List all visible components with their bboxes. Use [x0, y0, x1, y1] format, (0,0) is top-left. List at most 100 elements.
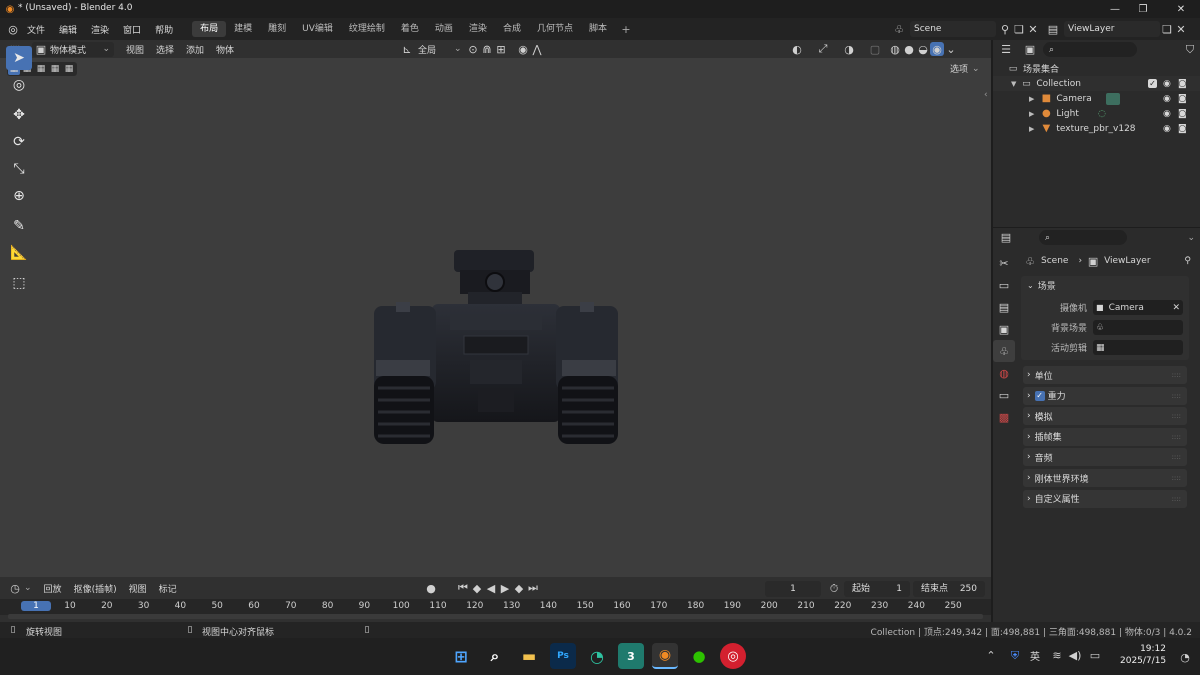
expand-right-icon[interactable]: ▶: [1029, 95, 1034, 103]
workspace-tab[interactable]: 建模: [226, 21, 260, 37]
clear-icon[interactable]: ✕: [1172, 303, 1180, 313]
properties-search-input[interactable]: ⌕: [1039, 230, 1127, 245]
netease-music-icon[interactable]: ◎: [720, 643, 746, 669]
view-layer-selector[interactable]: ▤ ViewLayer ❏ ✕: [1046, 21, 1188, 37]
end-frame-field[interactable]: 结束点 250: [913, 581, 985, 597]
transform-orientation[interactable]: ⊾ 全局 ⌄: [400, 42, 461, 56]
texture-tab[interactable]: ▩: [993, 406, 1015, 428]
drag-handle-icon[interactable]: ::::: [1172, 412, 1181, 420]
scene-section-header[interactable]: ⌄ 场景: [1021, 276, 1189, 294]
delete-view-layer-icon[interactable]: ✕: [1174, 22, 1188, 36]
snap-magnet-icon[interactable]: ⋒: [480, 42, 494, 56]
drag-handle-icon[interactable]: ::::: [1172, 371, 1181, 379]
rotate-tool[interactable]: ⟳: [6, 130, 32, 154]
start-frame-field[interactable]: 起始 1: [844, 581, 910, 597]
workspace-tab[interactable]: 合成: [495, 21, 529, 37]
collection-tab[interactable]: ▭: [993, 384, 1015, 406]
chevron-down-icon[interactable]: ⌄: [944, 42, 958, 56]
edge-browser-icon[interactable]: ◔: [584, 643, 610, 669]
filter-icon[interactable]: ⛉: [1183, 43, 1197, 57]
material-shading-icon[interactable]: ◒: [916, 42, 930, 56]
app-3-icon[interactable]: 3: [618, 643, 644, 669]
maximize-button[interactable]: ❐: [1126, 0, 1160, 18]
tank-model[interactable]: [370, 248, 622, 448]
mode-selector[interactable]: ▣ 物体模式 ⌄: [32, 41, 114, 57]
chevron-down-icon[interactable]: ⌄: [1187, 233, 1195, 243]
workspace-tab[interactable]: 脚本: [581, 21, 615, 37]
battery-icon[interactable]: ▭: [1088, 649, 1102, 663]
collection-checkbox[interactable]: ✓: [1148, 79, 1157, 88]
properties-editor-icon[interactable]: ▤: [999, 231, 1013, 245]
expand-right-icon[interactable]: ▶: [1029, 125, 1034, 133]
scene-tab[interactable]: ♧: [993, 340, 1015, 362]
workspace-tab[interactable]: 渲染: [461, 21, 495, 37]
shield-icon[interactable]: ⛨: [1008, 649, 1022, 663]
overlay-icon[interactable]: ◑: [842, 42, 856, 56]
outliner-item-camera[interactable]: ▶ ■ Camera ◉ ◙: [993, 91, 1200, 106]
timeline-menu-item[interactable]: 抠像(插帧): [68, 582, 123, 595]
transform-tool[interactable]: ⊕: [6, 184, 32, 208]
current-frame-field[interactable]: 1: [765, 581, 821, 597]
cursor-tool[interactable]: ◎: [6, 73, 32, 97]
pin-icon[interactable]: ⚲: [998, 22, 1012, 36]
workspace-tab[interactable]: 纹理绘制: [341, 21, 393, 37]
active-clip-field[interactable]: ▦: [1093, 340, 1183, 355]
camera-render-icon[interactable]: ◙: [1178, 94, 1187, 104]
select-intersect-icon[interactable]: ▦: [62, 63, 76, 75]
menu-item[interactable]: 窗口: [116, 23, 148, 36]
options-dropdown[interactable]: 选项 ⌄: [950, 62, 980, 76]
xray-icon[interactable]: ▢: [868, 42, 882, 56]
outliner-search-input[interactable]: ⌕: [1043, 42, 1137, 57]
property-panel-header[interactable]: › ✓ 重力::::: [1023, 386, 1187, 405]
file-explorer-icon[interactable]: ▬: [516, 643, 542, 669]
start-menu-icon[interactable]: ⊞: [448, 643, 474, 669]
drag-handle-icon[interactable]: ::::: [1172, 392, 1181, 400]
sidebar-toggle-icon[interactable]: ‹: [984, 90, 988, 100]
falloff-icon[interactable]: ⋀: [530, 42, 544, 56]
property-panel-header[interactable]: › 模拟::::: [1023, 407, 1187, 426]
jump-end-icon[interactable]: ⏭: [526, 581, 540, 595]
drag-handle-icon[interactable]: ::::: [1172, 453, 1181, 461]
rendered-shading-icon[interactable]: ◉: [930, 42, 944, 56]
camera-data-icon[interactable]: [1106, 92, 1120, 105]
play-icon[interactable]: ▶: [498, 581, 512, 595]
property-panel-header[interactable]: › 单位::::: [1023, 366, 1187, 384]
workspace-tab[interactable]: 几何节点: [529, 21, 581, 37]
new-scene-icon[interactable]: ❏: [1012, 22, 1026, 36]
camera-render-icon[interactable]: ◙: [1178, 79, 1187, 89]
jump-start-icon[interactable]: ⏮: [456, 581, 470, 595]
scene-collection-row[interactable]: ▭ 场景集合: [993, 61, 1200, 76]
menu-item[interactable]: 帮助: [148, 23, 180, 36]
workspace-tab[interactable]: 布局: [192, 21, 227, 37]
wireframe-shading-icon[interactable]: ◍: [888, 42, 902, 56]
property-panel-header[interactable]: › 自定义属性::::: [1023, 489, 1187, 508]
display-mode-icon[interactable]: ▣: [1023, 43, 1037, 57]
eye-icon[interactable]: ◉: [1163, 109, 1171, 119]
move-tool[interactable]: ✥: [6, 103, 32, 127]
timeline-scrollbar[interactable]: [8, 614, 983, 619]
measure-tool[interactable]: 📐: [6, 241, 32, 265]
scale-tool[interactable]: ⤡: [6, 157, 32, 181]
search-icon[interactable]: ⌕: [482, 643, 508, 669]
property-panel-header[interactable]: › 插帧集::::: [1023, 427, 1187, 446]
prev-keyframe-icon[interactable]: ◆: [470, 581, 484, 595]
scene-selector[interactable]: ♧ Scene ⚲ ❏ ✕: [892, 21, 1040, 37]
outliner-editor-icon[interactable]: ☰: [999, 43, 1013, 57]
blender-taskbar-icon[interactable]: ◉: [652, 643, 678, 669]
3d-viewport[interactable]: ⬚ ▣ 物体模式 ⌄ 视图选择添加物体 ⊾ 全局 ⌄ ⊙ ⋒ ⊞ ◉ ⋀ ◐ ⤢…: [0, 40, 991, 577]
notification-icon[interactable]: ◔: [1178, 650, 1192, 664]
workspace-tab[interactable]: 雕刻: [260, 21, 294, 37]
input-language[interactable]: 英: [1030, 648, 1040, 663]
viewport-menu-item[interactable]: 添加: [180, 43, 210, 56]
pin-icon[interactable]: ⚲: [1184, 256, 1191, 266]
stopwatch-icon[interactable]: ⏱: [827, 582, 841, 596]
photoshop-icon[interactable]: Ps: [550, 643, 576, 669]
outliner-item-light[interactable]: ▶ ● Light ◌ ◉ ◙: [993, 106, 1200, 121]
menu-item[interactable]: 文件: [20, 23, 52, 36]
close-button[interactable]: ✕: [1164, 0, 1198, 18]
wechat-icon[interactable]: ●: [686, 643, 712, 669]
camera-render-icon[interactable]: ◙: [1178, 109, 1187, 119]
gravity-checkbox[interactable]: ✓: [1034, 390, 1045, 401]
menu-item[interactable]: 编辑: [52, 23, 84, 36]
proportional-edit-icon[interactable]: ◉: [516, 42, 530, 56]
